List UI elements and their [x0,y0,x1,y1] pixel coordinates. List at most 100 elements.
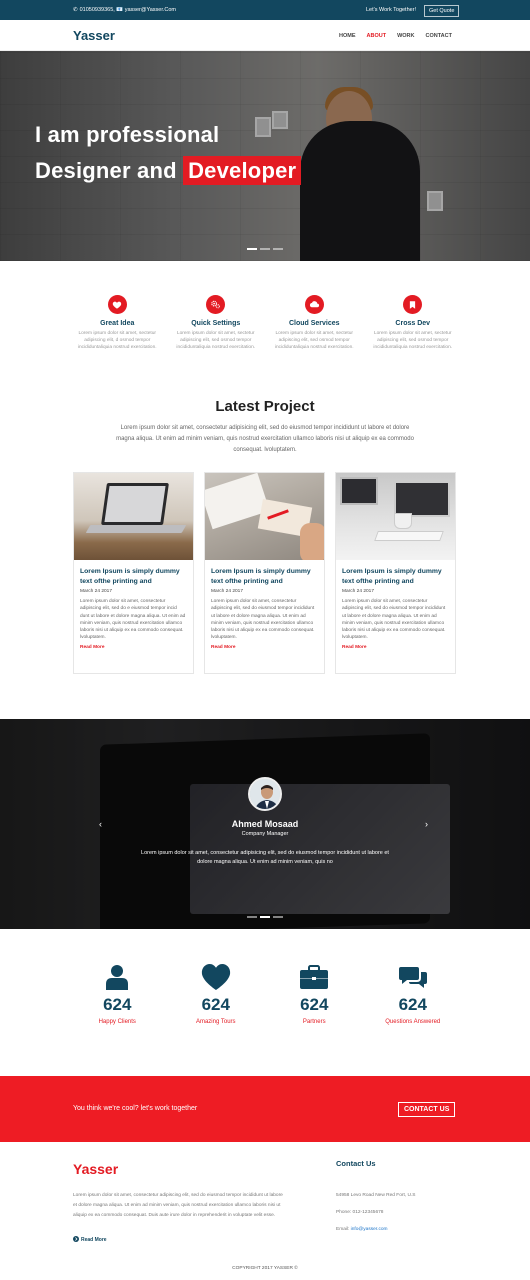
footer-read-more-link[interactable]: Read More [73,1236,107,1244]
feature-title: Cloud Services [288,320,340,327]
project-card-date: March 24 2017 [211,589,243,594]
stat-label: Happy Clients [98,1019,136,1025]
hero-slider: I am professional Designer and Developer [0,51,530,261]
feature-title: Quick Settings [191,320,241,327]
stat-amazing-tours: 624 Amazing Tours [167,963,266,1025]
feature-cloud-services: Cloud Services Lorem ipsum dolor sit ame… [265,295,364,352]
stat-happy-clients: 624 Happy Clients [68,963,167,1025]
testimonial-role: Company Manager [241,831,289,837]
nav-link-about[interactable]: ABOUT [367,33,387,39]
gears-icon [206,295,226,314]
stats-row: 624 Happy Clients 624 Amazing Tours 624 … [68,963,462,1025]
footer-email-line: Email: info@yasser.com [336,1227,388,1232]
project-card-date: March 24 2017 [80,589,112,594]
contact-us-button[interactable]: CONTACT US [398,1102,456,1117]
footer-logo[interactable]: Yasser [73,1161,118,1177]
project-card[interactable]: Lorem Ipsum is simply dummy text ofthe p… [73,472,194,674]
slider-dot[interactable] [247,916,257,918]
stat-label: Amazing Tours [195,1019,236,1025]
project-card-text: Lorem ipsum dolor sit amet, consectetur … [211,599,315,641]
read-more-link[interactable]: Read More [211,645,318,650]
chat-bubbles-icon [364,963,463,991]
stat-value: 624 [201,995,230,1014]
feature-cross-dev: Cross Dev Lorem ipsum dolor sit amet, se… [364,295,463,352]
slider-dot[interactable] [247,248,257,250]
feature-text: Lorem ipsum dolor sit amet, sectetur adi… [274,331,354,351]
footer-email-label: Email: [336,1227,350,1232]
avatar [248,777,282,811]
topbar-contact-text: 01050939365, 📧 yasser@Yasser.Com [79,7,177,13]
heart-icon [167,963,266,991]
slider-dot[interactable] [260,916,270,918]
top-bar: ✆ 01050939365, 📧 yasser@Yasser.Com Let's… [0,0,530,20]
project-card-text: Lorem ipsum dolor sit amet, consectetur … [342,599,446,641]
features-row: Great Idea Lorem ipsum dolor sit amet, s… [68,295,462,352]
footer-address: 54958 Levo Road New Red Fort, U.S [336,1193,416,1198]
topbar-contact: ✆ 01050939365, 📧 yasser@Yasser.Com [73,7,176,13]
stat-label: Partners [302,1019,326,1025]
project-card-text: Lorem ipsum dolor sit amet, consectetur … [80,599,186,641]
cloud-icon [304,295,324,314]
feature-text: Lorem ipsum dolor sit amet, sectetur adi… [77,331,157,351]
heart-icon [107,295,127,314]
nav-link-work[interactable]: WORK [397,33,414,39]
feature-great-idea: Great Idea Lorem ipsum dolor sit amet, s… [68,295,167,352]
project-image-laptop [74,473,193,560]
stat-value: 624 [398,995,427,1014]
latest-project-title: Latest Project [215,398,315,415]
footer-email-link[interactable]: info@yasser.com [351,1227,388,1232]
stat-value: 624 [300,995,329,1014]
testimonial-slider-dots [247,916,283,918]
stat-questions-answered: 624 Questions Answered [364,963,463,1025]
testimonial-name: Ahmed Mosaad [231,819,299,829]
slider-dot[interactable] [260,248,270,250]
footer-contact-title: Contact Us [336,1159,376,1168]
hero-heading-highlight: Developer [183,156,302,185]
latest-project-subtitle: Lorem ipsum dolor sit amet, consectetur … [116,425,414,453]
footer-about-text: Lorem ipsum dolor sit amet, consectetur … [73,1193,283,1218]
nav-menu: HOME ABOUT WORK CONTACT [339,33,452,39]
project-card-body: Lorem Ipsum is simply dummy text ofthe p… [336,560,455,657]
project-card-title[interactable]: Lorem Ipsum is simply dummy text ofthe p… [80,567,187,587]
project-card-body: Lorem Ipsum is simply dummy text ofthe p… [205,560,324,657]
read-more-link[interactable]: Read More [342,645,449,650]
feature-text: Lorem ipsum dolor sit amet, sectetur adi… [373,331,453,351]
project-image-workstation [336,473,455,560]
user-icon [68,963,167,991]
project-card-date: March 24 2017 [342,589,374,594]
footer-phone: Phone: 012-12345678 [336,1210,384,1215]
hero-heading-line2: Designer and Developer [35,156,302,185]
footer-read-more-label: Read More [81,1237,107,1243]
briefcase-icon [265,963,364,991]
topbar-tagline: Let's Work Together! [366,7,417,13]
feature-title: Great Idea [100,320,135,327]
chevron-left-icon[interactable]: ‹ [99,819,102,829]
bookmark-icon [403,295,423,314]
project-cards: Lorem Ipsum is simply dummy text ofthe p… [73,472,456,674]
stat-value: 624 [103,995,132,1014]
chevron-right-icon[interactable]: › [425,819,428,829]
slider-dot[interactable] [273,916,283,918]
project-card-title[interactable]: Lorem Ipsum is simply dummy text ofthe p… [342,567,449,587]
get-quote-button[interactable]: Get Quote [424,4,460,17]
project-card[interactable]: Lorem Ipsum is simply dummy text ofthe p… [335,472,456,674]
project-card[interactable]: Lorem Ipsum is simply dummy text ofthe p… [204,472,325,674]
nav-link-contact[interactable]: CONTACT [425,33,451,39]
project-image-desk [205,473,324,560]
feature-quick-settings: Quick Settings Lorem ipsum dolor sit ame… [167,295,266,352]
navbar: Yasser HOME ABOUT WORK CONTACT [0,20,530,51]
feature-title: Cross Dev [395,320,431,327]
nav-link-home[interactable]: HOME [339,33,356,39]
testimonial-slider: Ahmed Mosaad Company Manager Lorem ipsum… [0,719,530,929]
stat-partners: 624 Partners [265,963,364,1025]
phone-icon: ✆ [73,7,78,13]
cta-text: You think we're cool? let's work togethe… [73,1105,198,1112]
slider-dot[interactable] [273,248,283,250]
arrow-circle-icon [73,1236,79,1244]
hero-slider-dots [247,248,283,250]
site-logo[interactable]: Yasser [73,28,115,43]
cta-banner: You think we're cool? let's work togethe… [0,1076,530,1142]
read-more-link[interactable]: Read More [80,645,187,650]
project-card-title[interactable]: Lorem Ipsum is simply dummy text ofthe p… [211,567,318,587]
copyright: COPYRIGHT 2017 YASSER © [232,1266,298,1271]
